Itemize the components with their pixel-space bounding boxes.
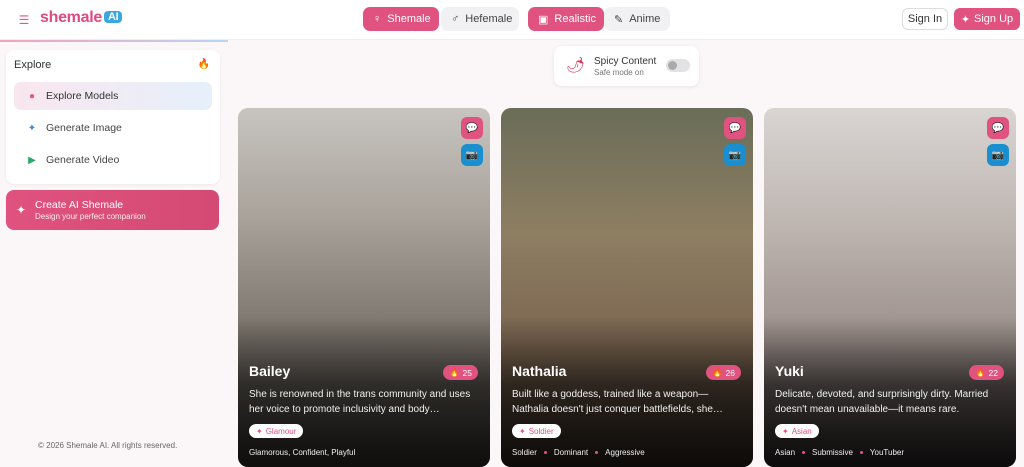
- model-description: She is renowned in the trans community a…: [249, 389, 471, 415]
- model-card-bailey[interactable]: 💬 📷 Bailey 🔥 25 She is renowned in the tr…: [238, 108, 490, 467]
- video-icon: ▶: [28, 154, 36, 166]
- spicy-title: Spicy Content: [594, 56, 657, 67]
- like-count: 26: [725, 367, 735, 378]
- create-subtitle: Design your perfect companion: [35, 212, 146, 221]
- tag: Aggressive: [605, 448, 645, 457]
- like-count: 25: [462, 367, 472, 378]
- flame-icon: 🔥: [711, 367, 723, 377]
- flame-icon: 🔥: [197, 59, 210, 70]
- spicy-toggle[interactable]: [666, 59, 690, 72]
- tag-separator: [543, 451, 547, 454]
- tag-list: Asian Submissive YouTuber: [775, 448, 904, 457]
- sparkle-icon: ✦: [519, 426, 526, 436]
- category-chip: ✦ Glamour: [249, 424, 304, 438]
- tag-separator: [859, 451, 863, 454]
- sparkle-icon: ✦: [16, 203, 27, 217]
- tag: YouTuber: [869, 448, 905, 457]
- sidebar-item-label: Generate Image: [46, 122, 122, 134]
- flame-icon: 🔥: [974, 367, 986, 377]
- spicy-subtitle: Safe mode on: [594, 68, 644, 77]
- category-chip: ✦ Asian: [775, 424, 819, 438]
- tag: Submissive: [812, 448, 853, 457]
- category-label: Asian: [791, 426, 812, 436]
- model-name: Yuki: [775, 363, 804, 379]
- camera-icon[interactable]: 📷: [987, 144, 1009, 166]
- sidebar-item-explore-models[interactable]: ● Explore Models: [14, 82, 212, 110]
- category-chip: ✦ Soldier: [512, 424, 561, 438]
- tab-anime[interactable]: ✎ Anime: [604, 7, 670, 31]
- like-count: 22: [988, 367, 998, 378]
- like-count-badge: 🔥 22: [968, 365, 1004, 380]
- logo-ai-badge: AI: [103, 11, 123, 23]
- camera-icon[interactable]: 📷: [461, 144, 483, 166]
- sign-up-label: Sign Up: [974, 13, 1014, 25]
- site-logo[interactable]: shemale AI: [40, 9, 123, 27]
- copyright-text: © 2026 Shemale AI. All rights reserved.: [38, 441, 178, 450]
- tag: Glamorous, Confident, Playful: [249, 448, 356, 457]
- compass-icon: ●: [28, 90, 36, 102]
- tag-list: Glamorous, Confident, Playful: [249, 448, 355, 457]
- explore-heading: Explore: [14, 59, 52, 71]
- model-name: Nathalia: [512, 363, 567, 379]
- create-title: Create AI Shemale: [35, 199, 124, 211]
- tab-shemale[interactable]: ♀ Shemale: [363, 7, 439, 31]
- sidebar-item-generate-video[interactable]: ▶ Generate Video: [14, 146, 212, 174]
- sidebar-item-generate-image[interactable]: ✦ Generate Image: [14, 114, 212, 142]
- sign-in-button[interactable]: Sign In: [902, 8, 948, 30]
- chat-icon[interactable]: 💬: [987, 117, 1009, 139]
- sidebar-item-label: Generate Video: [46, 154, 120, 166]
- tab-hefemale[interactable]: ♂ Hefemale: [441, 7, 519, 31]
- menu-icon[interactable]: ☰: [14, 10, 34, 30]
- camera-icon: ▣: [538, 13, 549, 26]
- sparkle-icon: ✦: [960, 13, 971, 26]
- create-ai-shemale-button[interactable]: ✦ Create AI Shemale Design your perfect …: [6, 190, 219, 230]
- tab-label: Hefemale: [465, 13, 513, 25]
- tab-label: Shemale: [387, 13, 431, 25]
- tag: Dominant: [553, 448, 589, 457]
- logo-text: shemale: [40, 9, 102, 26]
- chat-icon[interactable]: 💬: [724, 117, 746, 139]
- model-description: Built like a goddess, trained like a wea…: [512, 389, 723, 415]
- explore-panel: Explore 🔥 ● Explore Models ✦ Generate Im…: [6, 50, 220, 184]
- brush-icon: ✎: [614, 13, 624, 26]
- spicy-content-toggle-panel: 🌶 Spicy Content Safe mode on: [554, 46, 699, 86]
- female-icon: ♀: [373, 13, 382, 25]
- camera-icon[interactable]: 📷: [724, 144, 746, 166]
- top-header: ☰ shemale AI ♀ Shemale ♂ Hefemale ▣ Reali…: [0, 0, 1024, 40]
- tab-label: Anime: [629, 13, 661, 25]
- model-card-yuki[interactable]: 💬 📷 Yuki 🔥 22 Delicate, devoted, and surp…: [764, 108, 1016, 467]
- chili-icon: 🌶: [566, 57, 586, 74]
- sidebar-item-label: Explore Models: [46, 90, 119, 102]
- tag-separator: [802, 451, 806, 454]
- sign-up-button[interactable]: ✦ Sign Up: [954, 8, 1020, 30]
- chat-icon[interactable]: 💬: [461, 117, 483, 139]
- category-label: Glamour: [265, 426, 297, 436]
- tab-label: Realistic: [554, 13, 596, 25]
- tag: Soldier: [512, 448, 537, 457]
- like-count-badge: 🔥 26: [705, 365, 741, 380]
- tag-separator: [595, 451, 599, 454]
- sparkle-icon: ✦: [256, 426, 263, 436]
- tag-list: Soldier Dominant Aggressive: [512, 448, 645, 457]
- model-description: Delicate, devoted, and surprisingly dirt…: [775, 389, 989, 415]
- tag: Asian: [775, 448, 796, 457]
- sparkle-icon: ✦: [27, 122, 37, 134]
- toggle-knob: [668, 61, 677, 70]
- category-label: Soldier: [528, 426, 554, 436]
- sidebar: Explore 🔥 ● Explore Models ✦ Generate Im…: [0, 42, 228, 467]
- tab-realistic[interactable]: ▣ Realistic: [528, 7, 604, 31]
- sparkle-icon: ✦: [782, 426, 789, 436]
- model-name: Bailey: [249, 363, 291, 379]
- like-count-badge: 🔥 25: [442, 365, 478, 380]
- model-card-nathalia[interactable]: 💬 📷 Nathalia 🔥 26 Built like a goddess, t…: [501, 108, 753, 467]
- male-icon: ♂: [451, 13, 460, 25]
- flame-icon: 🔥: [448, 367, 460, 377]
